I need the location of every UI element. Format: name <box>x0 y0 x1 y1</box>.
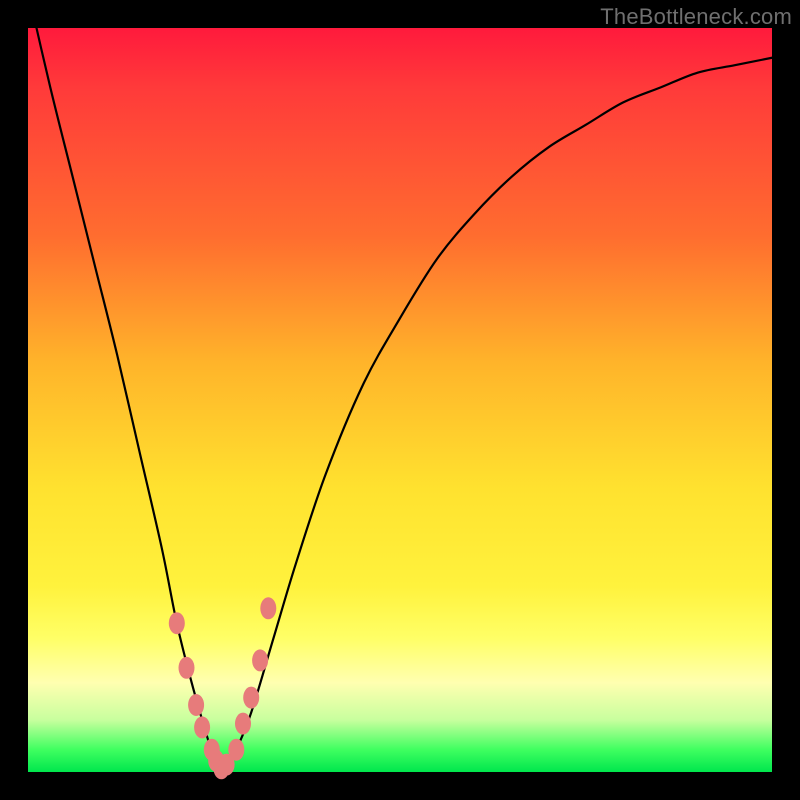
plot-area <box>28 28 772 772</box>
marker-dot <box>260 597 276 619</box>
marker-dot <box>228 739 244 761</box>
chart-svg <box>28 28 772 772</box>
marker-dot <box>194 716 210 738</box>
marker-dot <box>252 649 268 671</box>
marker-dot <box>179 657 195 679</box>
bottleneck-curve <box>28 0 772 772</box>
marker-dot <box>169 612 185 634</box>
watermark-text: TheBottleneck.com <box>600 4 792 30</box>
outer-frame: TheBottleneck.com <box>0 0 800 800</box>
marker-dot <box>243 687 259 709</box>
marker-dot <box>188 694 204 716</box>
marker-group <box>169 597 276 779</box>
marker-dot <box>235 713 251 735</box>
